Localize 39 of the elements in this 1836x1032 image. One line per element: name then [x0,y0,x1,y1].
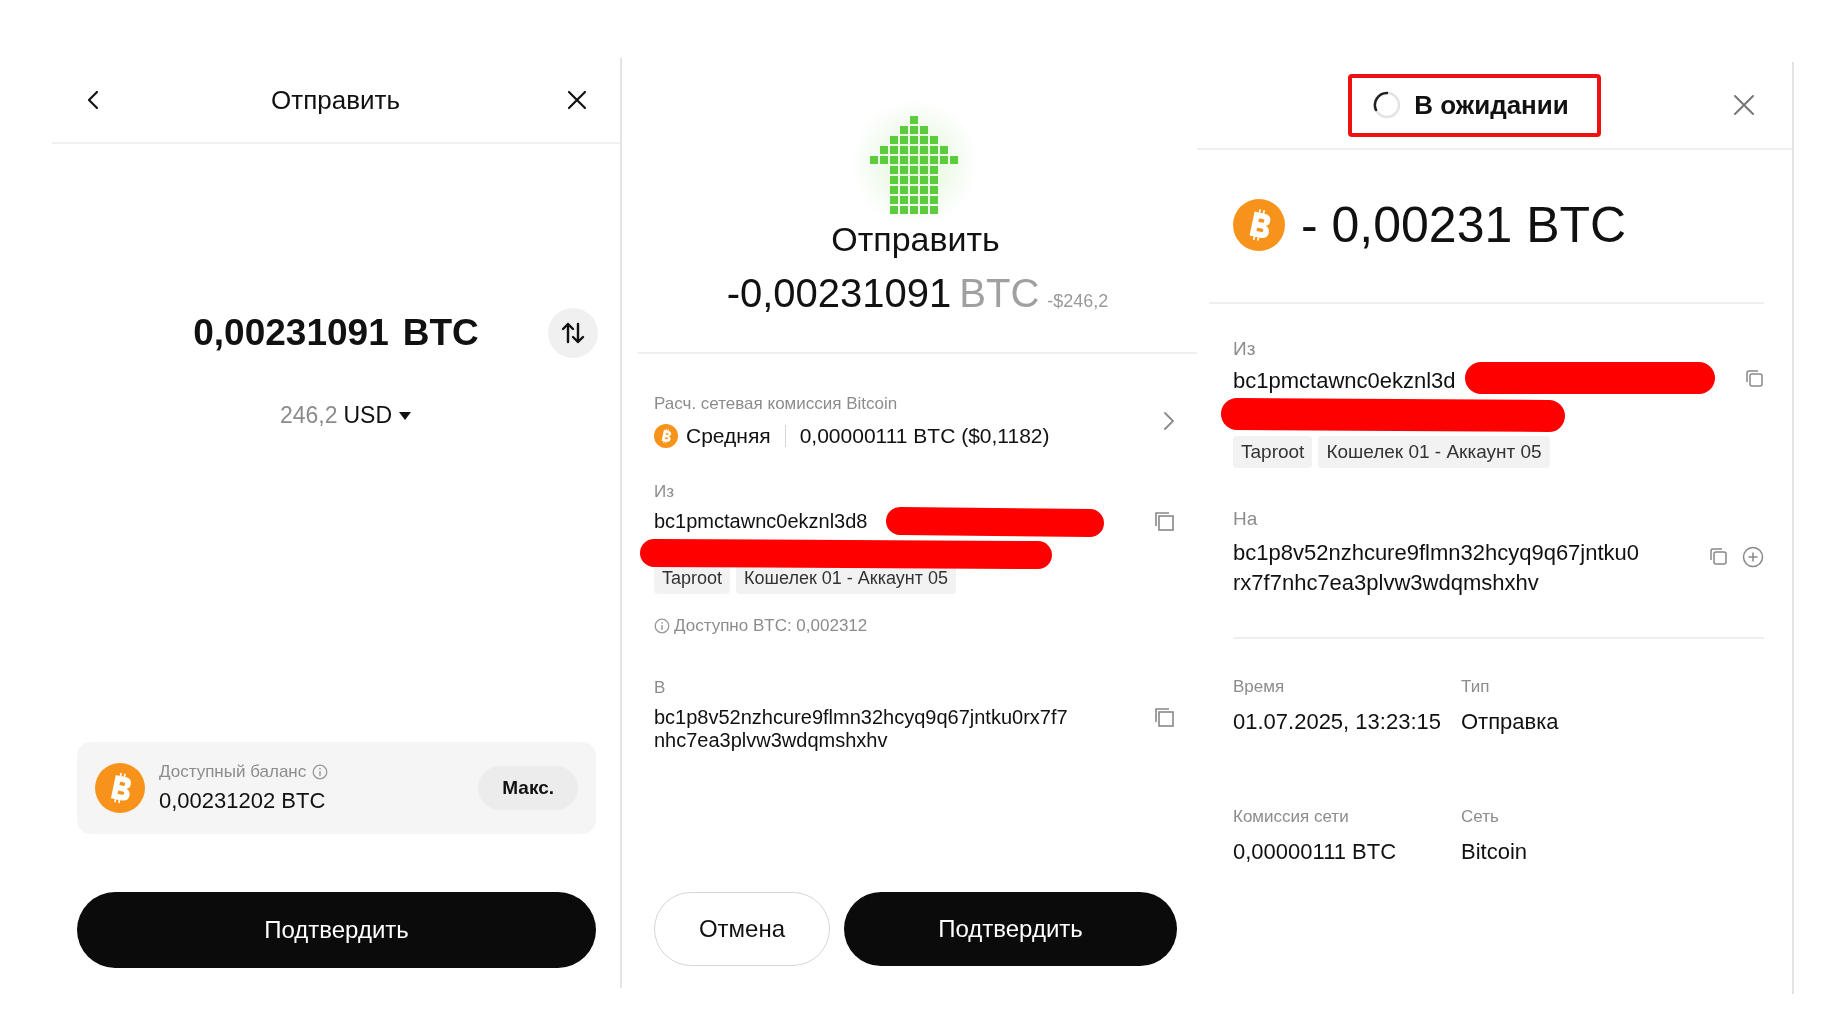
from-address: bc1pmctawnc0ekznl3d [1233,368,1456,393]
from-address: bc1pmctawnc0ekznl3d8 [654,510,868,532]
balance-label: Доступный баланс [159,762,307,782]
to-address: bc1p8v52nzhcure9flmn32hcyq9q67jntku0rx7f7nhc7ea3plvw3wdqmshxhv [654,706,1069,752]
fiat-amount: -$246,2 [1047,291,1109,312]
wallet-tag: Taproot [1233,436,1313,468]
max-button[interactable]: Макс. [478,766,578,810]
fee-speed: Средняя [686,424,771,448]
field-label: Тип [1461,677,1491,698]
confirm-button[interactable]: Подтвердить [77,892,596,968]
amount-value: -0,00231091 [726,271,952,316]
cancel-button[interactable]: Отмена [654,892,830,966]
status-label: В ожидании [1414,89,1569,121]
currency-label: BTC [959,271,1040,316]
to-label: В [654,678,667,698]
field-label: Время [1233,677,1286,698]
field-value: 0,00000111 BTC [1233,839,1398,866]
field-value: Bitcoin [1461,839,1529,866]
amount-value: 0,00231091 [193,312,389,354]
panel-title: Отправить [271,84,400,116]
fiat-currency: USD [343,402,393,429]
fiat-amount: 246,2 [279,402,338,429]
field-label: Комиссия сети [1233,807,1350,828]
amount-value: - 0,00231 BTC [1301,196,1627,254]
fee-amount: 0,00000111 BTC ($0,1182) [799,424,1050,448]
wallet-tag: Кошелек 01 - Аккаунт 05 [1318,436,1550,468]
to-address: bc1p8v52nzhcure9flmn32hcyq9q67jntku0rx7f7nhc7ea3plvw3wdqmshxhv [1233,539,1641,597]
field-label: Сеть [1461,807,1500,828]
currency-label: BTC [402,312,479,354]
fee-label: Расч. сетевая комиссия Bitcoin [654,394,899,414]
from-label: Из [654,482,675,502]
available-balance: Доступно BTC: 0,002312 [674,616,868,636]
field-value: Отправка [1461,709,1560,736]
confirm-button[interactable]: Подтвердить [844,892,1177,966]
from-label: Из [1233,338,1257,360]
field-value: 01.07.2025, 13:23:15 [1233,709,1442,736]
balance-value: 0,00231202 BTC [159,788,327,814]
review-title: Отправить [830,220,1001,259]
to-label: На [1233,508,1259,530]
